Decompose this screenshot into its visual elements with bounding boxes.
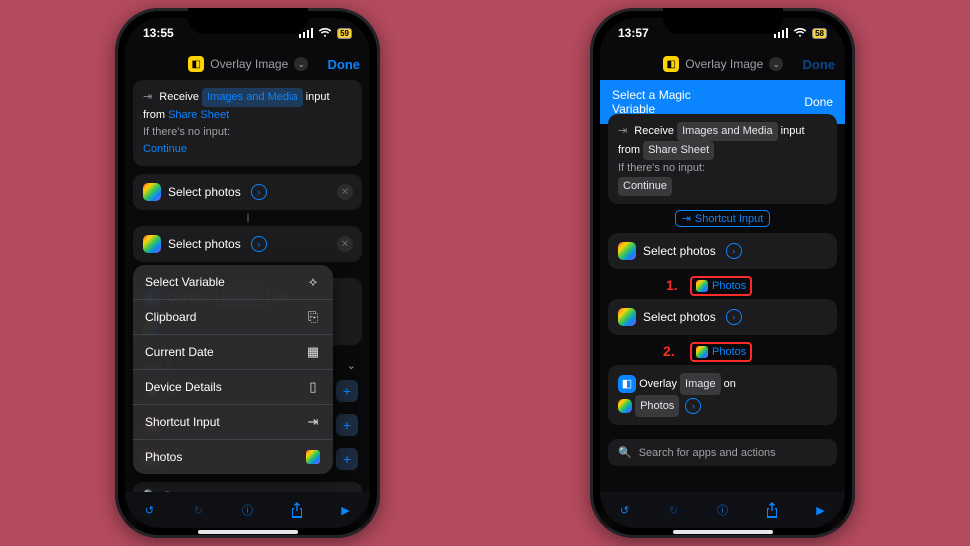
search-icon: 🔍 [618,446,632,459]
done-button[interactable]: Done [328,57,361,72]
photos-icon [143,235,161,253]
variable-menu: Select Variable ⟡ Clipboard⎘ Current Dat… [133,265,333,474]
wifi-icon [318,28,332,38]
nav-header: ◧ Overlay Image ⌄ Done [600,48,845,80]
share-button[interactable] [288,501,306,519]
continue-option[interactable]: Continue [618,177,672,196]
photos-icon [618,242,636,260]
menu-item-clipboard[interactable]: Clipboard⎘ [133,300,333,335]
expand-icon[interactable]: › [685,398,701,414]
receive-source[interactable]: Share Sheet [643,141,714,160]
shortcut-input-variable[interactable]: ⇥Shortcut Input [675,210,771,227]
remove-action-button[interactable]: ✕ [337,184,353,200]
photos-icon [306,450,320,464]
clipboard-icon: ⎘ [305,309,321,325]
expand-icon[interactable]: › [251,236,267,252]
photos-icon [696,280,708,292]
expand-icon[interactable]: › [251,184,267,200]
connector [247,214,249,222]
phone-left: 13:55 59 ◧ Overlay Image ⌄ Done ⇥ [115,8,380,538]
photos-variable-1[interactable]: Photos [690,276,752,296]
annotation-2: 2. [663,343,675,359]
receive-types[interactable]: Images and Media [202,88,303,107]
action-select-photos-1[interactable]: Select photos › ✕ [133,174,362,210]
done-button[interactable]: Done [803,57,836,72]
receive-types[interactable]: Images and Media [677,122,778,141]
expand-icon[interactable]: › [726,309,742,325]
input-icon: ⇥ [305,414,321,430]
phone-icon: ▯ [305,379,321,395]
header-title: Overlay Image [685,57,763,71]
undo-button[interactable]: ↺ [616,501,634,519]
receive-source[interactable]: Share Sheet [168,109,229,121]
receive-card[interactable]: ⇥ Receive Images and Media input from Sh… [608,114,837,204]
search-field[interactable]: 🔍 Search for apps and actions [608,439,837,466]
screen-right: 13:57 58 ◧ Overlay Image ⌄ Done Select a… [600,18,845,528]
add-suggestion-button[interactable]: + [336,448,358,470]
add-suggestion-button[interactable]: + [336,380,358,402]
info-button[interactable]: ⓘ [714,501,732,519]
action-overlay[interactable]: ◧ Overlay Image on Photos › [608,365,837,425]
bottom-toolbar: ↺ ↻ ⓘ ▶ [125,492,370,528]
banner-done-button[interactable]: Done [804,95,833,109]
photos-icon [696,346,708,358]
menu-item-shortcut-input[interactable]: Shortcut Input⇥ [133,405,333,440]
menu-item-current-date[interactable]: Current Date▦ [133,335,333,370]
battery-icon: 59 [337,28,352,39]
action-select-photos-1[interactable]: Select photos › [608,233,837,269]
notch [188,8,308,34]
chevron-down-icon[interactable]: ⌄ [294,57,308,71]
remove-action-button[interactable]: ✕ [337,236,353,252]
photos-variable-2[interactable]: Photos [690,342,752,362]
input-icon: ⇥ [682,212,691,225]
magic-icon[interactable]: ⟡ [305,274,321,290]
screen-left: 13:55 59 ◧ Overlay Image ⌄ Done ⇥ [125,18,370,528]
photos-icon [618,399,632,413]
redo-button[interactable]: ↻ [665,501,683,519]
photos-icon [143,183,161,201]
overlay-target-var[interactable]: Photos [635,395,679,417]
status-time: 13:55 [143,26,174,40]
play-button[interactable]: ▶ [812,501,830,519]
header-title: Overlay Image [210,57,288,71]
add-suggestion-button[interactable]: + [336,414,358,436]
chevron-down-icon[interactable]: ⌄ [347,359,356,372]
menu-title-row: Select Variable ⟡ [133,265,333,300]
bottom-toolbar: ↺ ↻ ⓘ ▶ [600,492,845,528]
notch [663,8,783,34]
chevron-down-icon[interactable]: ⌄ [769,57,783,71]
shortcut-icon: ◧ [188,56,204,72]
overlay-image-var[interactable]: Image [680,373,721,395]
redo-button[interactable]: ↻ [190,501,208,519]
battery-icon: 58 [812,28,827,39]
action-select-photos-2[interactable]: Select photos › ✕ [133,226,362,262]
continue-option[interactable]: Continue [143,143,187,155]
input-icon: ⇥ [618,125,627,137]
shortcut-icon: ◧ [663,56,679,72]
info-button[interactable]: ⓘ [239,501,257,519]
undo-button[interactable]: ↺ [141,501,159,519]
overlay-icon: ◧ [618,375,636,393]
home-indicator[interactable] [198,530,298,534]
input-icon: ⇥ [143,91,152,103]
search-field[interactable]: 🔍 Se [133,482,362,492]
receive-card[interactable]: ⇥ Receive Images and Media input from Sh… [133,80,362,166]
share-button[interactable] [763,501,781,519]
nav-header: ◧ Overlay Image ⌄ Done [125,48,370,80]
menu-item-device-details[interactable]: Device Details▯ [133,370,333,405]
play-button[interactable]: ▶ [337,501,355,519]
action-select-photos-2[interactable]: Select photos › [608,299,837,335]
menu-item-photos[interactable]: Photos [133,440,333,474]
home-indicator[interactable] [673,530,773,534]
status-time: 13:57 [618,26,649,40]
phone-right: 13:57 58 ◧ Overlay Image ⌄ Done Select a… [590,8,855,538]
expand-icon[interactable]: › [726,243,742,259]
calendar-icon: ▦ [305,344,321,360]
annotation-1: 1. [666,277,678,293]
wifi-icon [793,28,807,38]
photos-icon [618,308,636,326]
